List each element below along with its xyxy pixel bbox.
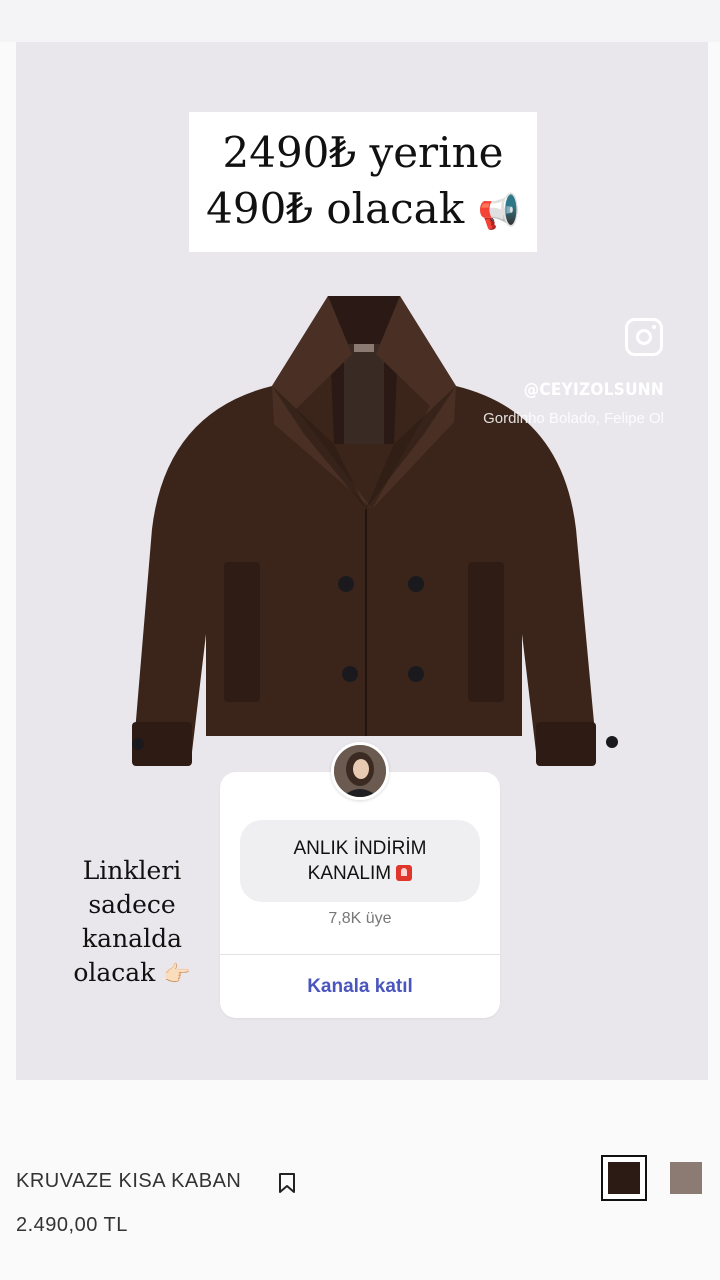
side-note: Linkleri sadece kanalda olacak 👉🏻 [52, 854, 212, 992]
bookmark-icon[interactable] [278, 1172, 296, 1194]
side-note-line-last: olacak 👉🏻 [52, 956, 212, 992]
instagram-lens [636, 329, 652, 345]
side-note-line-text: olacak [73, 958, 156, 987]
instagram-handle: @CEYIZOLSUNN [523, 380, 664, 400]
channel-card: ANLIK İNDİRİM KANALIM 7,8K üye Kanala ka… [220, 772, 500, 1018]
product-image-frame: 2490₺ yerine 490₺ olacak 📢 @CEYIZOLSUNN … [16, 42, 708, 1080]
member-count: 7,8K üye [328, 910, 392, 927]
color-swatch-taupe[interactable] [670, 1162, 702, 1194]
product-name[interactable]: KRUVAZE KISA KABAN [16, 1170, 241, 1193]
channel-title-line-2: KANALIM [308, 861, 413, 886]
channel-avatar [331, 742, 389, 800]
promo-line-2: 490₺ olacak 📢 [206, 181, 520, 240]
coat-illustration [132, 296, 618, 766]
channel-title-bubble: ANLIK İNDİRİM KANALIM [240, 820, 480, 902]
promo-price-card: 2490₺ yerine 490₺ olacak 📢 [189, 112, 537, 252]
avatar-image [334, 745, 386, 797]
channel-title-line-1: ANLIK İNDİRİM [293, 838, 427, 859]
promo-line-2-text: 490₺ olacak [206, 183, 465, 233]
top-strip [0, 0, 720, 42]
side-note-line: sadece [88, 890, 176, 919]
color-swatch-fill [608, 1162, 640, 1194]
side-note-line: Linkleri [82, 856, 182, 885]
color-swatch-dark-brown[interactable] [601, 1155, 647, 1201]
siren-icon [396, 865, 413, 881]
megaphone-icon: 📢 [477, 191, 520, 232]
join-channel-button[interactable]: Kanala katıl [220, 955, 500, 1018]
product-price: 2.490,00 TL [16, 1214, 128, 1236]
side-note-line: kanalda [82, 924, 182, 953]
promo-line-1: 2490₺ yerine [222, 127, 504, 177]
pointing-hand-icon: 👉🏻 [163, 962, 191, 987]
instagram-dot [652, 325, 656, 329]
channel-title-text: KANALIM [307, 863, 392, 884]
instagram-icon [625, 318, 663, 356]
coat-image [104, 294, 624, 814]
music-credit: Gordinho Bolado, Felipe Ol [483, 410, 664, 427]
